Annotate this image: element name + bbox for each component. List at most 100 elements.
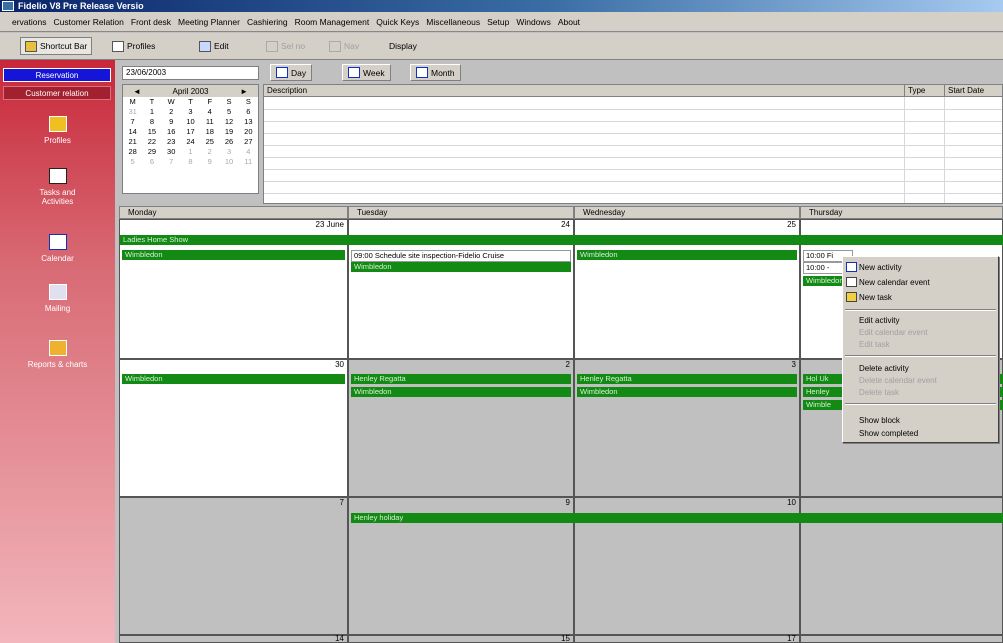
menu-cashiering[interactable]: Cashiering bbox=[247, 17, 288, 27]
menu-item-delete-activity[interactable]: Delete activity bbox=[859, 363, 909, 374]
menu-setup[interactable]: Setup bbox=[487, 17, 509, 27]
app-icon bbox=[2, 1, 14, 11]
menu-item-edit-calendar-event[interactable]: Edit calendar event bbox=[859, 327, 928, 338]
calendar-event-bar[interactable]: Henley holiday bbox=[351, 513, 1003, 523]
calendar-event-bar[interactable]: Henley Regatta bbox=[577, 374, 797, 384]
calendar-event-bar[interactable]: Wimbledon bbox=[122, 374, 345, 384]
menu-item-edit-activity[interactable]: Edit activity bbox=[859, 315, 899, 326]
day-cell[interactable]: 15 bbox=[348, 634, 574, 643]
menu-meeting-planner[interactable]: Meeting Planner bbox=[178, 17, 240, 27]
day-number: 10 bbox=[787, 498, 796, 507]
sidebar-tab-reservation[interactable]: Reservation bbox=[3, 68, 111, 82]
column-divider bbox=[944, 97, 945, 203]
menu-reservations[interactable]: ervations bbox=[12, 17, 47, 27]
day-cell[interactable]: 17 bbox=[574, 634, 800, 643]
disabled-button-1[interactable]: Sel no bbox=[262, 37, 309, 55]
profile-icon bbox=[112, 40, 124, 52]
prev-month-arrow[interactable]: ◄ bbox=[133, 87, 141, 96]
day-header-wednesday: Wednesday bbox=[574, 206, 800, 219]
calendar-event-bar[interactable]: Henley Regatta bbox=[351, 374, 571, 384]
calendar-event-bar[interactable]: Wimbledon bbox=[351, 387, 571, 397]
list-row-divider bbox=[264, 181, 1002, 182]
week-view-button[interactable]: Week bbox=[342, 64, 391, 81]
day-number: 25 bbox=[787, 220, 796, 229]
menu-item-show-block[interactable]: Show block bbox=[859, 415, 900, 426]
calendar-event-bar[interactable]: Wimbledon bbox=[577, 250, 797, 260]
week-row: 28 29 30 1 2 3 4 bbox=[128, 147, 251, 156]
activity-list[interactable]: Description Type Start Date bbox=[263, 84, 1003, 204]
mailing-icon bbox=[48, 284, 67, 300]
week-row: 31 1 2 3 4 5 6 bbox=[128, 107, 251, 116]
menu-windows[interactable]: Windows bbox=[516, 17, 550, 27]
menu-item-new-activity[interactable]: New activity bbox=[859, 262, 902, 273]
calendar-icon bbox=[48, 234, 67, 250]
list-row-divider bbox=[264, 121, 1002, 122]
title-bar: Fidelio V8 Pre Release Versio bbox=[0, 0, 1003, 12]
day-header-thursday: Thursday bbox=[800, 206, 1003, 219]
column-type[interactable]: Type bbox=[904, 85, 925, 97]
sidebar-item-tasks[interactable]: Tasks and Activities bbox=[0, 168, 115, 206]
weekday-row: MTWTFSS bbox=[129, 97, 251, 106]
sidebar-item-profiles[interactable]: Profiles bbox=[0, 116, 115, 145]
column-description[interactable]: Description bbox=[264, 85, 307, 97]
menu-room-management[interactable]: Room Management bbox=[295, 17, 370, 27]
edit-button[interactable]: Edit bbox=[195, 37, 233, 55]
sidebar-tab-customer-relation[interactable]: Customer relation bbox=[3, 86, 111, 100]
mini-calendar[interactable]: ◄ April 2003 ► MTWTFSS 31 1 2 3 4 5 6 7 8 9 10 11 1… bbox=[122, 84, 259, 194]
mini-calendar-header: ◄ April 2003 ► bbox=[123, 85, 258, 97]
display-button[interactable]: Display bbox=[385, 37, 421, 55]
menu-item-delete-task[interactable]: Delete task bbox=[859, 387, 899, 398]
sidebar-item-calendar[interactable]: Calendar bbox=[0, 234, 115, 263]
next-month-arrow[interactable]: ► bbox=[240, 87, 248, 96]
sidebar-item-mailing[interactable]: Mailing bbox=[0, 284, 115, 313]
calendar-week-icon bbox=[348, 67, 360, 78]
calendar-event-icon bbox=[846, 277, 857, 287]
menu-quick-keys[interactable]: Quick Keys bbox=[376, 17, 419, 27]
day-cell[interactable]: 14 bbox=[119, 634, 348, 643]
column-divider bbox=[904, 97, 905, 203]
sidebar-item-reports[interactable]: Reports & charts bbox=[0, 340, 115, 369]
menu-item-new-task[interactable]: New task bbox=[859, 292, 892, 303]
disabled-button-2[interactable]: Nav bbox=[325, 37, 363, 55]
day-number: 30 bbox=[335, 360, 344, 369]
menu-bar: ervations Customer Relation Front desk M… bbox=[0, 12, 1003, 32]
day-number: 14 bbox=[335, 634, 344, 643]
menu-front-desk[interactable]: Front desk bbox=[131, 17, 171, 27]
day-number: 2 bbox=[565, 360, 570, 369]
tasks-icon bbox=[48, 168, 67, 184]
menu-item-delete-calendar-event[interactable]: Delete calendar event bbox=[859, 375, 937, 386]
reports-icon bbox=[48, 340, 67, 356]
column-start-date[interactable]: Start Date bbox=[944, 85, 984, 97]
list-row-divider bbox=[264, 133, 1002, 134]
menu-customer-relation[interactable]: Customer Relation bbox=[54, 17, 124, 27]
activity-entry[interactable]: 09:00 Schedule site inspection-Fidelio C… bbox=[351, 250, 571, 262]
menu-item-new-calendar-event[interactable]: New calendar event bbox=[859, 277, 930, 288]
window-title: Fidelio V8 Pre Release Versio bbox=[18, 1, 144, 11]
day-cell[interactable]: 7 bbox=[119, 497, 348, 635]
calendar-event-bar[interactable]: Wimbledon bbox=[122, 250, 345, 260]
date-field[interactable]: 23/06/2003 bbox=[122, 66, 259, 80]
day-number: 7 bbox=[339, 498, 344, 507]
menu-item-edit-task[interactable]: Edit task bbox=[859, 339, 890, 350]
shortcut-bar-button[interactable]: Shortcut Bar bbox=[20, 37, 93, 55]
menu-miscellaneous[interactable]: Miscellaneous bbox=[426, 17, 480, 27]
week-row: 5 6 7 8 9 10 11 bbox=[130, 157, 253, 166]
list-row-divider bbox=[264, 145, 1002, 146]
activity-entry[interactable]: 10:00 - bbox=[803, 262, 843, 274]
menu-about[interactable]: About bbox=[558, 17, 580, 27]
profiles-button[interactable]: Profiles bbox=[108, 37, 159, 55]
day-cell[interactable] bbox=[800, 635, 1003, 643]
calendar-day-icon bbox=[276, 67, 288, 78]
calendar-event-bar[interactable]: Wimbledon bbox=[351, 262, 571, 272]
menu-item-show-completed[interactable]: Show completed bbox=[859, 428, 918, 439]
menu-separator bbox=[845, 355, 996, 357]
list-row-divider bbox=[264, 109, 1002, 110]
list-row-divider bbox=[264, 193, 1002, 194]
day-view-button[interactable]: Day bbox=[270, 64, 313, 81]
calendar-event-bar[interactable]: Wimbledon bbox=[803, 276, 843, 286]
calendar-event-bar[interactable]: Ladies Home Show bbox=[120, 235, 1003, 245]
day-number: 15 bbox=[561, 634, 570, 643]
calendar-event-bar[interactable]: Wimbledon bbox=[577, 387, 797, 397]
month-view-button[interactable]: Month bbox=[410, 64, 461, 81]
new-task-icon bbox=[846, 292, 857, 302]
